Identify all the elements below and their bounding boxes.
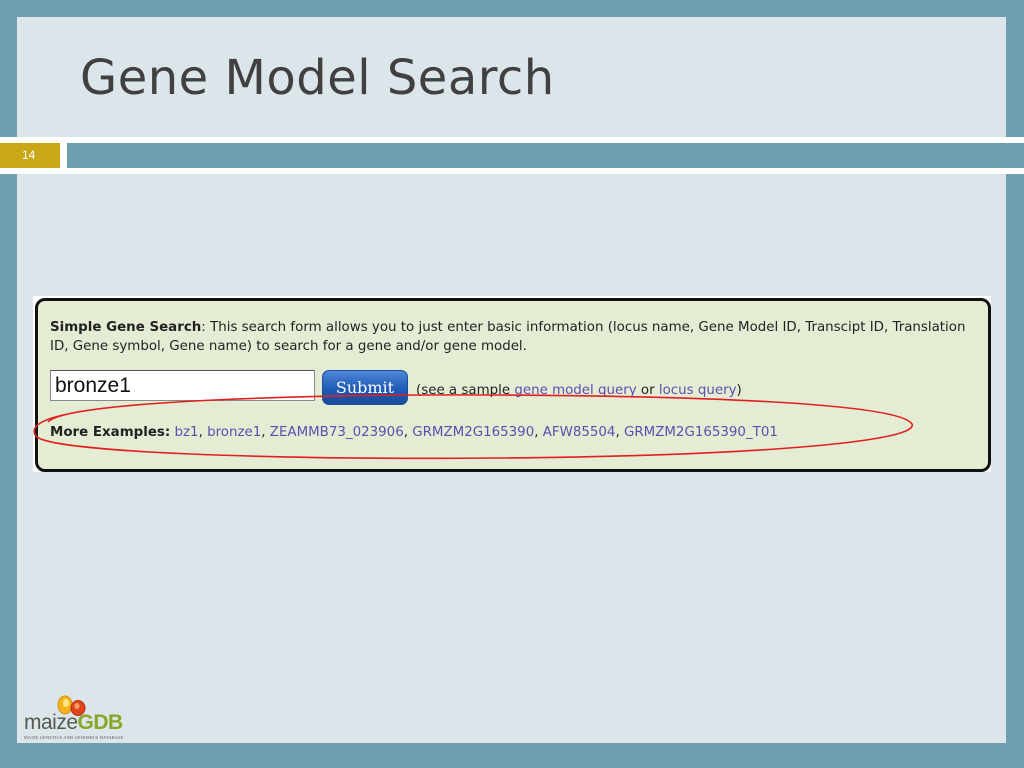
logo-tagline: MAIZE GENETICS AND GENOMICS DATABASE (24, 735, 124, 740)
highlight-ellipse (33, 394, 913, 460)
search-description: Simple Gene Search: This search form all… (50, 318, 975, 356)
maizegdb-logo: maizeGDB MAIZE GENETICS AND GENOMICS DAT… (24, 694, 134, 746)
slide-title: Gene Model Search (80, 50, 555, 106)
logo-wordmark: maizeGDB (24, 711, 123, 734)
title-divider-bar (67, 143, 1024, 168)
slide-number: 14 (0, 143, 60, 168)
search-heading: Simple Gene Search (50, 320, 202, 335)
